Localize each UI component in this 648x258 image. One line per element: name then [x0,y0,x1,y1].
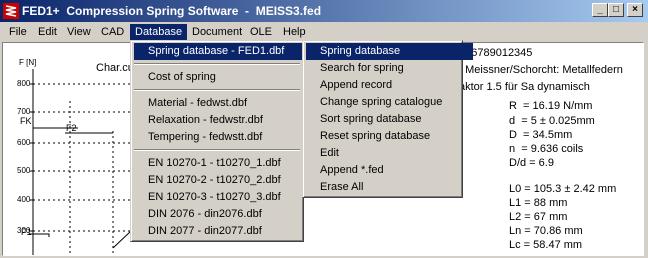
menu-help[interactable]: Help [278,25,311,41]
menu-view[interactable]: View [62,25,96,41]
menu-database[interactable]: Database [130,24,188,41]
result-n: n = 9.636 coils [509,143,584,155]
menu-file[interactable]: File [4,25,32,41]
menu-item-label: Spring database - FED1.dbf [148,45,285,57]
f1-marker [29,233,50,237]
y-tick-600: 600 [17,138,31,147]
result-L1: L1 = 88 mm [509,197,568,209]
result-Ln: Ln = 70.86 mm [509,225,583,237]
menu-item-en10270-1[interactable]: EN 10270-1 - t10270_1.dbf [134,155,281,172]
result-d: d = 5 ± 0.025mm [509,115,595,127]
info-line-2: ; Meissner/Schorcht: Metallfedern [459,64,623,76]
menu-edit[interactable]: Edit [33,25,62,41]
close-button[interactable]: × [627,3,643,17]
y-tick-400: 400 [17,195,31,204]
result-Dd: D/d = 6.9 [509,157,554,169]
database-menu: Spring database - FED1.dbf Cost of sprin… [130,40,314,242]
result-D: D = 34.5mm [509,129,573,141]
menu-item-en10270-3[interactable]: EN 10270-3 - t10270_3.dbf [134,189,281,206]
menu-separator [134,149,300,151]
submenu-item-append-fed[interactable]: Append *.fed [306,162,384,179]
menu-separator [134,89,300,91]
submenu-item-sort[interactable]: Sort spring database [306,111,422,128]
characteristic-curve [112,230,132,249]
result-L0: L0 = 105.3 ± 2.42 mm [509,183,617,195]
submenu-item-spring-database[interactable]: Spring database [306,43,473,60]
menu-item-din2077[interactable]: DIN 2077 - din2077.dbf [134,223,262,240]
menu-ole[interactable]: OLE [245,25,277,41]
grid-lines [33,83,138,255]
maximize-button[interactable]: □ [608,3,624,17]
y-tick-700: 700 [17,107,31,116]
y-tick-800: 800 [17,79,31,88]
submenu-item-reset[interactable]: Reset spring database [306,128,430,145]
menu-document[interactable]: Document [187,25,247,41]
result-L2: L2 = 67 mm [509,211,568,223]
title-bar: FED1+ Compression Spring Software - MEIS… [0,0,648,22]
submenu-item-search[interactable]: Search for spring [306,60,404,77]
chart-title: Char.cu [96,62,134,74]
submenu-item-erase-all[interactable]: Erase All [306,179,363,196]
menu-item-relaxation[interactable]: Relaxation - fedwstr.dbf [134,112,263,129]
submenu-item-edit[interactable]: Edit [306,145,339,162]
submenu-item-change-catalogue[interactable]: Change spring catalogue [306,94,442,111]
menu-item-material[interactable]: Material - fedwst.dbf [134,95,247,112]
y-axis-label: F [N] [19,58,37,67]
menu-item-en10270-2[interactable]: EN 10270-2 - t10270_2.dbf [134,172,281,189]
f2-label: F2 [66,123,77,133]
result-R: R = 16.19 N/mm [509,100,593,112]
menu-bar: File Edit View CAD Database Document OLE… [0,22,648,42]
menu-item-din2076[interactable]: DIN 2076 - din2076.dbf [134,206,262,223]
menu-separator [134,63,300,65]
minimize-button[interactable]: _ [592,3,608,17]
f1-label: F1 [21,227,32,237]
result-Lc: Lc = 58.47 mm [509,239,583,251]
spring-app-icon[interactable] [3,3,19,19]
menu-item-tempering[interactable]: Tempering - fedwstt.dbf [134,129,262,146]
menu-cad[interactable]: CAD [96,25,129,41]
spring-database-submenu: Spring database Search for spring Append… [302,40,473,198]
menu-item-cost-of-spring[interactable]: Cost of spring [134,69,216,86]
submenu-item-append-record[interactable]: Append record [306,77,392,94]
window-title: FED1+ Compression Spring Software - MEIS… [22,4,322,18]
info-line-3: aktor 1.5 für Sa dynamisch [459,81,590,93]
menu-item-spring-database[interactable]: Spring database - FED1.dbf [134,43,314,60]
fk-label: FK [20,116,32,126]
y-tick-500: 500 [17,166,31,175]
